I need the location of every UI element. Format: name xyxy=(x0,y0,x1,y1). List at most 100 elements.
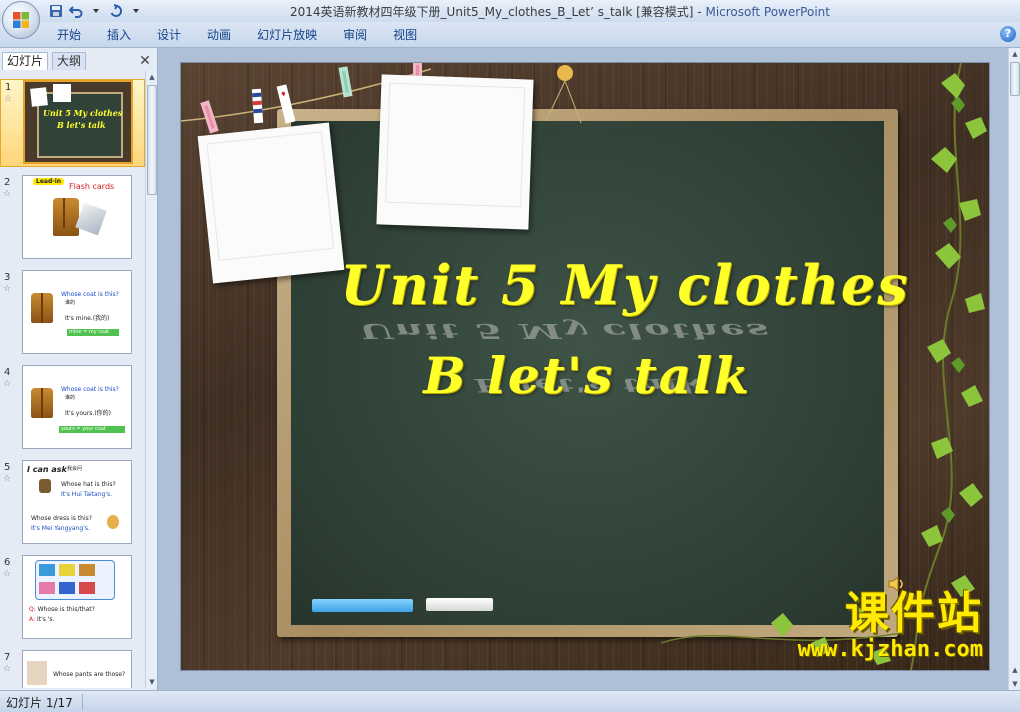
thumb-question: Whose coat is this? xyxy=(61,386,119,393)
thumb-question: Whose coat is this? xyxy=(61,291,119,298)
thumb-answer: It's yours.(你的) xyxy=(65,410,112,417)
slide-preview: I can ask 我会问 Whose hat is this? It's Hu… xyxy=(22,460,132,544)
status-bar: 幻灯片 1/17 xyxy=(0,690,1020,712)
slide-preview: Whose pants are those? xyxy=(22,650,132,688)
hanging-photo-card-right xyxy=(376,74,534,230)
clothespin-striped xyxy=(251,88,264,124)
animation-star-icon: ☆ xyxy=(3,474,12,484)
slide-thumbnail-3[interactable]: 3 ☆ Whose coat is this? 谁的 It's mine.(我的… xyxy=(0,270,145,358)
slide-counter: 幻灯片 1/17 xyxy=(6,696,73,710)
slide-preview: Lead-in Flash cards xyxy=(22,175,132,259)
slide-title-line-1[interactable]: Unit 5 My clothes xyxy=(181,253,989,317)
tab-slide-show[interactable]: 幻灯片放映 xyxy=(244,27,330,45)
thumb-question-2: Whose dress is this? xyxy=(31,515,92,522)
slide-thumbnail-list: 1 ☆ Unit 5 My clothes B let's talk 2 ☆ L… xyxy=(0,71,145,688)
tab-insert[interactable]: 插入 xyxy=(94,27,144,45)
help-button[interactable]: ? xyxy=(1000,26,1016,42)
animation-star-icon: ☆ xyxy=(3,569,12,579)
thumb-answer-1: It's Hui Taitang's. xyxy=(61,491,113,498)
thumb-cn-note: 谁的 xyxy=(65,395,76,401)
slide-editing-area: Unit 5 My clothes B let's talk Unit 5 My… xyxy=(158,48,1008,690)
tab-home[interactable]: 开始 xyxy=(44,27,94,45)
thumb-answer-text: It's 's. xyxy=(36,616,55,623)
thumb-cn-note: 谁的 xyxy=(65,300,76,306)
slide-preview: Unit 5 My clothes B let's talk xyxy=(23,80,133,164)
thumb-cn-note: 我会问 xyxy=(67,466,83,472)
white-chalk xyxy=(426,598,493,611)
tab-outline[interactable]: 大纲 xyxy=(52,52,87,70)
scroll-up-icon[interactable]: ▲ xyxy=(146,71,158,83)
next-slide-icon[interactable]: ▼ xyxy=(1009,678,1020,690)
ribbon-tabs: 开始 插入 设计 动画 幻灯片放映 审阅 视图 xyxy=(44,27,430,45)
thumb-question-text: Whose is this/that? xyxy=(37,606,95,613)
office-button[interactable] xyxy=(2,1,40,39)
watermark-url: www.kjzhan.com xyxy=(797,637,983,662)
app-name: Microsoft PowerPoint xyxy=(705,5,830,19)
slide-thumbnail-2[interactable]: 2 ☆ Lead-in Flash cards xyxy=(0,175,145,263)
thumb-title-1: Unit 5 My clothes xyxy=(43,108,123,118)
tab-design[interactable]: 设计 xyxy=(144,27,194,45)
slide-preview: Whose coat is this? 谁的 It's yours.(你的) y… xyxy=(22,365,132,449)
tab-animations[interactable]: 动画 xyxy=(194,27,244,45)
animation-star-icon: ☆ xyxy=(3,664,12,674)
watermark: 课件站 www.kjzhan.com xyxy=(798,590,983,662)
slide-thumbnail-4[interactable]: 4 ☆ Whose coat is this? 谁的 It's yours.(你… xyxy=(0,365,145,453)
thumb-heading: Flash cards xyxy=(69,182,115,191)
slide-preview: Q: Whose is this/that? A: It's 's. xyxy=(22,555,132,639)
slide-thumbnail-1[interactable]: 1 ☆ Unit 5 My clothes B let's talk xyxy=(0,79,145,167)
pin-decoration xyxy=(546,65,582,124)
close-panel-icon[interactable]: ✕ xyxy=(138,54,152,68)
tab-view[interactable]: 视图 xyxy=(380,27,430,45)
slides-panel: 幻灯片 大纲 ✕ 1 ☆ Unit 5 My clothes B let's t… xyxy=(0,48,158,690)
thumb-q-prefix: Q: xyxy=(29,606,36,613)
document-title: 2014英语新教材四年级下册_Unit5_My_clothes_B_Let’ s… xyxy=(290,5,694,19)
scroll-up-icon[interactable]: ▲ xyxy=(1009,48,1020,60)
thumb-question-text: Whose coat is this? xyxy=(61,386,119,393)
thumb-a-prefix: A: xyxy=(29,616,36,623)
slides-panel-scrollbar[interactable]: ▲ ▼ xyxy=(145,71,157,688)
previous-slide-icon[interactable]: ▲ xyxy=(1009,664,1020,676)
thumb-question-text: Whose coat is this? xyxy=(61,291,119,298)
slide-number: 6 xyxy=(4,557,11,568)
thumb-question-1: Whose hat is this? xyxy=(61,481,116,488)
slide-thumbnail-6[interactable]: 6 ☆ Q: Whose is this/that? A: It's 's. xyxy=(0,555,145,643)
slide-number: 2 xyxy=(4,177,11,188)
animation-star-icon: ☆ xyxy=(3,189,12,199)
animation-star-icon: ☆ xyxy=(3,284,12,294)
slide-number: 1 xyxy=(5,82,12,93)
office-logo-icon xyxy=(13,12,29,28)
animation-star-icon: ☆ xyxy=(4,94,13,104)
tab-review[interactable]: 审阅 xyxy=(330,27,380,45)
thumb-answer-2: It's Mei Yangyang's. xyxy=(31,525,90,532)
thumb-question: Whose pants are those? xyxy=(53,671,126,678)
ribbon: 开始 插入 设计 动画 幻灯片放映 审阅 视图 ? xyxy=(0,22,1020,48)
animation-star-icon: ☆ xyxy=(3,379,12,389)
scroll-down-icon[interactable]: ▼ xyxy=(146,676,158,688)
status-separator xyxy=(82,694,83,710)
window-title: 2014英语新教材四年级下册_Unit5_My_clothes_B_Let’ s… xyxy=(0,3,1020,20)
thumb-question: Q: Whose is this/that? xyxy=(29,606,95,613)
panel-tabs: 幻灯片 大纲 ✕ xyxy=(0,50,158,70)
current-slide[interactable]: Unit 5 My clothes B let's talk Unit 5 My… xyxy=(181,63,989,670)
scrollbar-thumb[interactable] xyxy=(147,85,157,195)
slide-number: 4 xyxy=(4,367,11,378)
slide-thumbnail-7[interactable]: 7 ☆ Whose pants are those? xyxy=(0,650,145,688)
clothespin-mint xyxy=(338,66,353,98)
thumb-answer: It's mine.(我的) xyxy=(65,315,110,322)
slide-preview: Whose coat is this? 谁的 It's mine.(我的) mi… xyxy=(22,270,132,354)
thumb-badge: Lead-in xyxy=(33,178,65,185)
title-reflection-1: Unit 5 My clothes xyxy=(359,319,771,344)
slide-thumbnail-5[interactable]: 5 ☆ I can ask 我会问 Whose hat is this? It'… xyxy=(0,460,145,548)
thumb-bar: yours = your coat xyxy=(59,426,125,433)
title-bar: 2014英语新教材四年级下册_Unit5_My_clothes_B_Let’ s… xyxy=(0,0,1020,22)
watermark-cn: 课件站 xyxy=(845,588,983,639)
scrollbar-thumb[interactable] xyxy=(1010,62,1020,96)
thumb-heading: I can ask xyxy=(27,465,67,474)
thumb-bar: mine = my coat xyxy=(67,329,119,336)
title-separator: - xyxy=(693,5,706,19)
tab-slides[interactable]: 幻灯片 xyxy=(2,52,49,70)
slide-number: 5 xyxy=(4,462,11,473)
thumb-answer: A: It's 's. xyxy=(29,616,54,623)
slide-title-line-2[interactable]: B let's talk xyxy=(181,346,989,405)
slide-area-scrollbar[interactable]: ▲ ▲ ▼ xyxy=(1008,48,1020,690)
